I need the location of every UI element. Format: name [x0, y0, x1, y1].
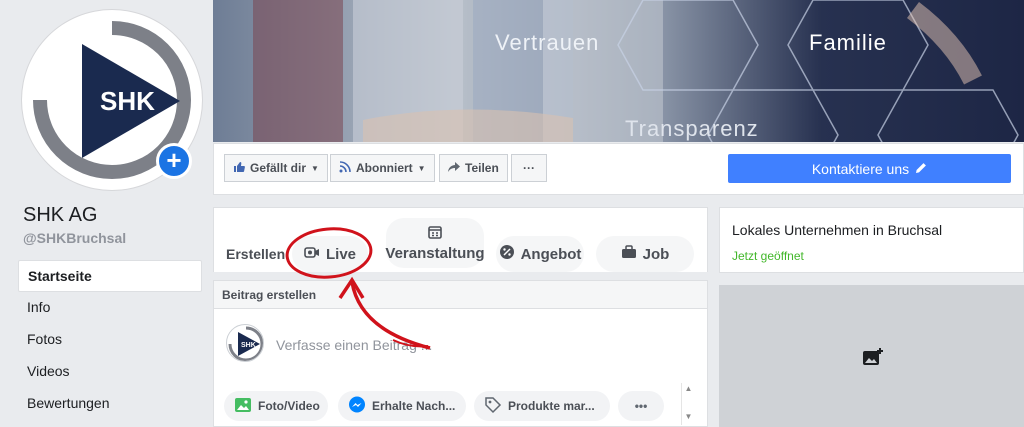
post-actions: Foto/Video Erhalte Nach... Produkte mar.… [224, 391, 696, 425]
plus-icon[interactable]: + [156, 143, 192, 179]
cover-word: Vertrauen [495, 30, 600, 55]
nav-item-startseite[interactable]: Startseite [18, 260, 202, 292]
more-post-options-button[interactable]: ••• [618, 391, 664, 421]
pencil-icon [915, 161, 927, 177]
add-photo-icon[interactable] [862, 347, 884, 372]
price-tag-icon [484, 396, 502, 417]
share-label: Teilen [465, 161, 499, 175]
scroll-up-icon[interactable]: ▲ [682, 383, 695, 395]
post-composer: Beitrag erstellen SHK Verfasse einen Bei… [213, 280, 708, 427]
job-label: Job [642, 245, 670, 263]
nav-item-bewertungen[interactable]: Bewertungen [18, 388, 202, 420]
like-label: Gefällt dir [250, 161, 307, 175]
follow-button[interactable]: Abonniert ▼ [330, 154, 435, 182]
post-header: Beitrag erstellen [214, 281, 707, 309]
video-camera-icon [304, 245, 320, 263]
offer-label: Angebot [520, 245, 582, 263]
create-tabs: Erstellen Live Veranstaltung Angebot Job [213, 207, 708, 272]
page-nav: Startseite Info Fotos Videos Bewertungen [18, 260, 202, 420]
create-label: Erstellen [226, 246, 286, 262]
svg-text:SHK: SHK [241, 342, 256, 349]
page-name: SHK AG [23, 204, 98, 226]
scroll-down-icon[interactable]: ▼ [682, 411, 695, 423]
left-column: SHK + SHK AG @SHKBruchsal Startseite Inf… [0, 0, 212, 427]
products-label: Produkte mar... [508, 399, 595, 413]
photo-icon [234, 396, 252, 417]
logo-text: SHK [100, 86, 155, 116]
post-input[interactable]: Verfasse einen Beitrag ... [276, 337, 432, 353]
percent-tag-icon [499, 244, 515, 264]
job-button[interactable]: Job [596, 236, 694, 272]
create-panel: Erstellen Live Veranstaltung Angebot Job [213, 207, 708, 427]
share-arrow-icon [448, 161, 460, 176]
nav-item-fotos[interactable]: Fotos [18, 324, 202, 356]
nav-item-videos[interactable]: Videos [18, 356, 202, 388]
share-button[interactable]: Teilen [439, 154, 508, 182]
like-button[interactable]: Gefällt dir ▼ [224, 154, 328, 182]
event-button[interactable]: Veranstaltung [385, 218, 485, 268]
offer-button[interactable]: Angebot [496, 236, 584, 272]
page-action-bar: Gefällt dir ▼ Abonniert ▼ Teilen ··· Kon… [213, 143, 1024, 195]
caret-down-icon: ▼ [417, 163, 426, 173]
live-button[interactable]: Live [292, 236, 368, 272]
photo-label: Foto/Video [258, 399, 320, 413]
open-status: Jetzt geöffnet [732, 249, 804, 263]
nav-item-info[interactable]: Info [18, 292, 202, 324]
live-label: Live [325, 245, 356, 263]
rss-icon [339, 160, 351, 176]
get-messages-button[interactable]: Erhalte Nach... [338, 391, 466, 421]
more-options-button[interactable]: ··· [511, 154, 547, 182]
thumbs-up-icon [233, 161, 245, 176]
cover-word: Familie [809, 30, 887, 55]
contact-label: Kontaktiere uns [811, 160, 910, 177]
messenger-icon [348, 396, 366, 417]
business-info-card: Lokales Unternehmen in Bruchsal Jetzt ge… [719, 207, 1024, 273]
calendar-icon [428, 225, 442, 243]
caret-down-icon: ▼ [311, 163, 319, 173]
cover-graphic [253, 0, 1019, 142]
follow-label: Abonniert [356, 161, 413, 175]
cover-word: Transparenz [625, 116, 759, 141]
composer-avatar: SHK [226, 324, 264, 362]
business-category[interactable]: Lokales Unternehmen in Bruchsal [732, 222, 942, 238]
scrollbar[interactable]: ▲ ▼ [681, 383, 695, 425]
messages-label: Erhalte Nach... [372, 399, 456, 413]
map-placeholder[interactable] [719, 285, 1024, 427]
event-label: Veranstaltung [385, 244, 485, 262]
page-handle[interactable]: @SHKBruchsal [23, 230, 126, 246]
contact-button[interactable]: Kontaktiere uns [728, 154, 1011, 183]
briefcase-icon [621, 245, 637, 263]
tag-products-button[interactable]: Produkte mar... [474, 391, 610, 421]
photo-video-button[interactable]: Foto/Video [224, 391, 328, 421]
cover-photo[interactable]: Vertrauen Familie Transparenz [213, 0, 1024, 142]
